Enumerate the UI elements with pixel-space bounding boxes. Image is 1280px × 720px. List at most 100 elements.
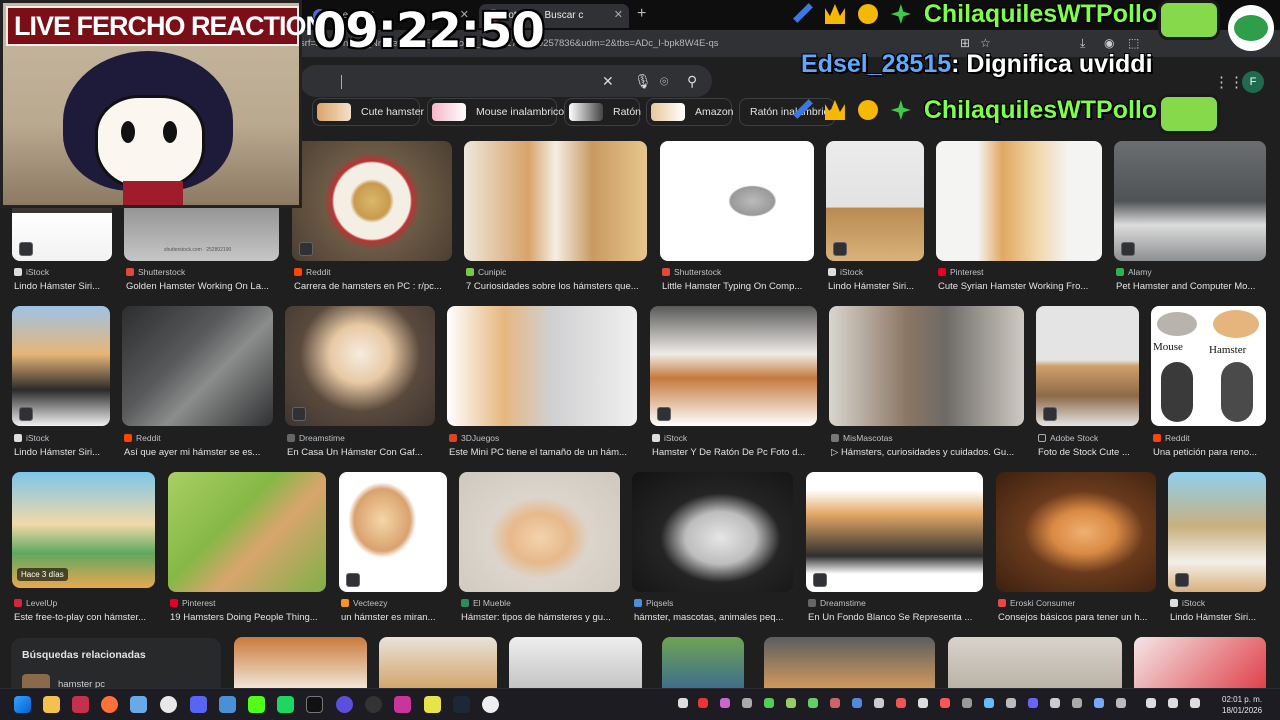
result-title[interactable]: Foto de Stock Cute ... bbox=[1038, 447, 1138, 458]
result-title[interactable]: ▷ Hámsters, curiosidades y cuidados. Gu.… bbox=[831, 447, 1024, 458]
file-explorer-icon[interactable] bbox=[43, 696, 60, 713]
result-image[interactable] bbox=[650, 306, 817, 426]
result-image[interactable] bbox=[829, 306, 1024, 426]
discord-icon[interactable] bbox=[190, 696, 207, 713]
result-title[interactable]: Golden Hamster Working On La... bbox=[126, 281, 279, 292]
install-app-icon[interactable]: ⊞ bbox=[960, 36, 970, 50]
result-title[interactable]: hámster, mascotas, animales peq... bbox=[634, 612, 792, 623]
result-image[interactable] bbox=[764, 637, 935, 689]
image-result[interactable]: Hace 3 días LevelUp Este free-to-play co… bbox=[12, 472, 155, 624]
tray-icon[interactable] bbox=[940, 698, 950, 708]
steam-icon[interactable] bbox=[453, 696, 470, 713]
chip-amazon[interactable]: Amazon bbox=[646, 98, 734, 126]
image-result[interactable]: Adobe Stock Foto de Stock Cute ... bbox=[1036, 306, 1139, 458]
wifi-icon[interactable] bbox=[1146, 698, 1156, 708]
image-result[interactable]: Pinterest Cute Syrian Hamster Working Fr… bbox=[936, 141, 1102, 292]
result-image[interactable] bbox=[379, 637, 497, 689]
app-icon[interactable] bbox=[277, 696, 294, 713]
result-title[interactable]: Carrera de hamsters en PC : r/pc... bbox=[294, 281, 449, 292]
microphone-icon[interactable]: 🎙 bbox=[634, 73, 652, 90]
result-image[interactable] bbox=[996, 472, 1156, 592]
system-clock[interactable]: 02:01 p. m. 18/01/2026 bbox=[1222, 694, 1262, 716]
app-icon[interactable] bbox=[219, 696, 236, 713]
image-result[interactable]: 3DJuegos Este Mini PC tiene el tamaño de… bbox=[447, 306, 637, 458]
tray-icon[interactable] bbox=[896, 698, 906, 708]
chip-cute-hamster[interactable]: Cute hamster bbox=[312, 98, 424, 126]
chip-mouse-inalambrico[interactable]: Mouse inalambrico bbox=[427, 98, 564, 126]
result-title[interactable]: Lindo Hámster Siri... bbox=[14, 447, 110, 458]
result-image[interactable] bbox=[948, 637, 1122, 689]
volume-icon[interactable] bbox=[1190, 698, 1200, 708]
extensions-icon[interactable]: ⬚ bbox=[1128, 36, 1139, 50]
tray-icon[interactable] bbox=[720, 698, 730, 708]
app-icon[interactable] bbox=[394, 696, 411, 713]
microphone-tray-icon[interactable] bbox=[1168, 698, 1178, 708]
kick-icon[interactable] bbox=[248, 696, 265, 713]
result-title[interactable]: Lindo Hámster Siri... bbox=[828, 281, 924, 292]
result-image[interactable] bbox=[660, 141, 814, 261]
vs-code-icon[interactable] bbox=[130, 696, 147, 713]
result-image[interactable] bbox=[936, 141, 1102, 261]
profile-icon[interactable]: ◉ bbox=[1104, 36, 1114, 50]
result-image[interactable] bbox=[234, 637, 367, 689]
result-image[interactable]: Mouse Hamster bbox=[1151, 306, 1266, 426]
app-icon[interactable] bbox=[72, 696, 89, 713]
result-title[interactable]: Hámster: tipos de hámsteres y gu... bbox=[461, 612, 619, 623]
result-image[interactable] bbox=[1134, 637, 1266, 689]
result-image[interactable] bbox=[1114, 141, 1266, 261]
search-icon[interactable]: ⚲ bbox=[687, 73, 697, 90]
image-result[interactable]: iStock Hamster Y De Ratón De Pc Foto d..… bbox=[650, 306, 817, 458]
result-title[interactable]: En Un Fondo Blanco Se Representa ... bbox=[808, 612, 982, 623]
tray-chevron-icon[interactable] bbox=[678, 698, 688, 708]
image-result[interactable]: Piqsels hámster, mascotas, animales peq.… bbox=[632, 472, 793, 624]
notes-icon[interactable] bbox=[424, 696, 441, 713]
search-input[interactable]: ✕ 🎙 ⌾ ⚲ bbox=[300, 65, 712, 97]
app-icon[interactable] bbox=[365, 696, 382, 713]
chip-raton[interactable]: Ratón bbox=[564, 98, 641, 126]
result-image[interactable] bbox=[459, 472, 620, 592]
tray-icon[interactable] bbox=[808, 698, 818, 708]
result-title[interactable]: Lindo Hámster Siri... bbox=[1170, 612, 1266, 623]
image-result[interactable]: Reddit Carrera de hamsters en PC : r/pc.… bbox=[292, 141, 452, 292]
image-result[interactable]: Eroski Consumer Consejos básicos para te… bbox=[996, 472, 1156, 624]
firefox-icon[interactable] bbox=[101, 696, 118, 713]
result-image[interactable]: Hace 3 días bbox=[12, 472, 155, 588]
result-title[interactable]: 7 Curiosidades sobre los hámsters que... bbox=[466, 281, 646, 292]
result-title[interactable]: Este free-to-play con hámster... bbox=[14, 612, 154, 623]
tray-icon[interactable] bbox=[764, 698, 774, 708]
app-icon[interactable] bbox=[306, 696, 323, 713]
result-image[interactable] bbox=[632, 472, 793, 592]
result-title[interactable]: Consejos básicos para tener un h... bbox=[998, 612, 1156, 623]
image-result[interactable]: Shutterstock Little Hamster Typing On Co… bbox=[660, 141, 814, 292]
result-image[interactable] bbox=[292, 141, 452, 261]
clear-icon[interactable]: ✕ bbox=[602, 73, 614, 90]
avatar[interactable]: F bbox=[1242, 71, 1264, 93]
result-title[interactable]: Pet Hamster and Computer Mo... bbox=[1116, 281, 1266, 292]
result-title[interactable]: Una petición para reno... bbox=[1153, 447, 1266, 458]
result-image[interactable] bbox=[806, 472, 983, 592]
result-image[interactable] bbox=[285, 306, 435, 426]
image-result[interactable]: Dreamstime En Casa Un Hámster Con Gaf... bbox=[285, 306, 435, 458]
result-title[interactable]: Cute Syrian Hamster Working Fro... bbox=[938, 281, 1100, 292]
image-result[interactable]: Alamy Pet Hamster and Computer Mo... bbox=[1114, 141, 1266, 292]
obs-icon[interactable] bbox=[482, 696, 499, 713]
tray-icon[interactable] bbox=[698, 698, 708, 708]
tray-icon[interactable] bbox=[1072, 698, 1082, 708]
result-title[interactable]: En Casa Un Hámster Con Gaf... bbox=[287, 447, 435, 458]
result-title[interactable]: Este Mini PC tiene el tamaño de un hám..… bbox=[449, 447, 637, 458]
windows-start-icon[interactable] bbox=[14, 696, 31, 713]
image-result[interactable]: Vecteezy un hámster es miran... bbox=[339, 472, 447, 624]
image-result[interactable]: El Mueble Hámster: tipos de hámsteres y … bbox=[459, 472, 620, 624]
tray-icon[interactable] bbox=[852, 698, 862, 708]
tray-icon[interactable] bbox=[786, 698, 796, 708]
image-result[interactable]: iStock Lindo Hámster Siri... bbox=[12, 306, 110, 458]
tray-icon[interactable] bbox=[1116, 698, 1126, 708]
image-result[interactable]: Pinterest 19 Hamsters Doing People Thing… bbox=[168, 472, 326, 624]
image-result[interactable]: Mouse Hamster Reddit Una petición para r… bbox=[1151, 306, 1266, 458]
tray-icon[interactable] bbox=[1094, 698, 1104, 708]
tray-icon[interactable] bbox=[874, 698, 884, 708]
result-image[interactable] bbox=[509, 637, 642, 689]
lens-icon[interactable]: ⌾ bbox=[660, 73, 668, 90]
app-icon[interactable] bbox=[336, 696, 353, 713]
result-image[interactable] bbox=[662, 637, 744, 689]
